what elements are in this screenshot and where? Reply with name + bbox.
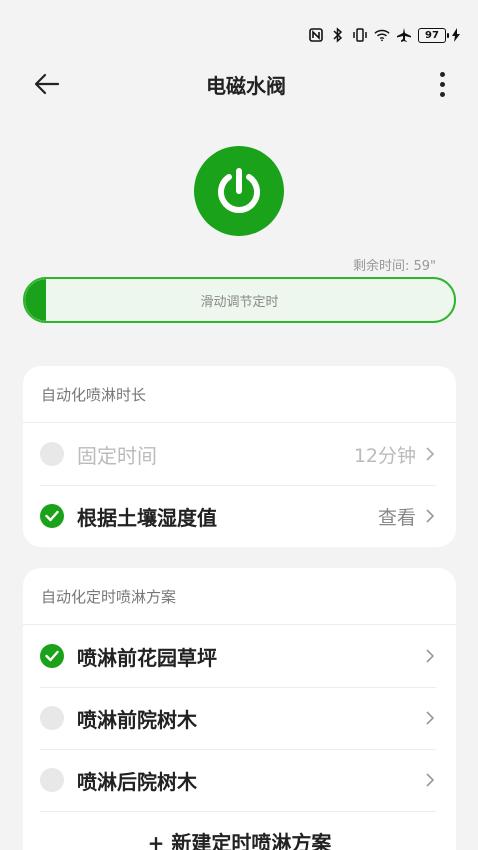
nfc-icon [308,26,324,44]
schedule-item-label: 喷淋前院树木 [77,707,197,732]
app-bar: 电磁水阀 [0,60,478,108]
chevron-right-icon [424,445,436,463]
vibrate-icon [352,26,368,44]
more-dot-icon [439,81,445,87]
duration-card: 自动化喷淋时长 固定时间 12分钟 根据土壤湿度值 查看 [23,366,456,547]
battery-level: 97 [425,29,439,41]
power-toggle-button[interactable] [194,146,284,236]
new-plan-button[interactable]: + 新建定时喷淋方案 [23,811,456,850]
check-circle-icon [40,504,64,528]
schedule-card-header: 自动化定时喷淋方案 [23,568,456,625]
bluetooth-icon [330,26,346,44]
charging-icon [452,26,460,44]
more-menu-button[interactable] [430,69,454,99]
chevron-right-icon [424,647,436,665]
chevron-right-icon [424,507,436,525]
duration-card-header: 自动化喷淋时长 [23,366,456,423]
wifi-icon [374,26,390,44]
more-dot-icon [439,71,445,77]
schedule-item[interactable]: 喷淋后院树木 [23,749,456,811]
schedule-item[interactable]: 喷淋前花园草坪 [23,625,456,687]
schedule-item-label: 喷淋前花园草坪 [77,645,217,670]
status-bar: 97 [0,0,478,60]
page-title: 电磁水阀 [206,73,286,98]
duration-item-value: 12分钟 [353,444,416,467]
airplane-icon [396,26,412,44]
arrow-left-icon [34,73,60,95]
check-circle-icon[interactable] [40,644,64,668]
chevron-right-icon [424,709,436,727]
chevron-right-icon [424,771,436,789]
schedule-card: 自动化定时喷淋方案 喷淋前花园草坪 喷淋前院树木 喷淋后院树木 + 新建定时喷淋… [23,568,456,850]
schedule-item-label: 喷淋后院树木 [77,769,197,794]
duration-item-label: 固定时间 [77,443,157,468]
timer-slider[interactable]: 滑动调节定时 [23,277,456,323]
radio-unchecked-icon [40,442,64,466]
duration-item-soil-moisture[interactable]: 根据土壤湿度值 查看 [23,485,456,547]
battery-indicator: 97 [418,27,449,43]
power-icon [218,168,260,213]
schedule-item[interactable]: 喷淋前院树木 [23,687,456,749]
remaining-time: 剩余时间: 59" [352,259,436,274]
slider-label: 滑动调节定时 [200,294,279,310]
more-dot-icon [439,91,445,97]
duration-item-value: 查看 [377,506,416,529]
duration-item-fixed[interactable]: 固定时间 12分钟 [23,423,456,485]
back-button[interactable] [32,69,62,99]
duration-item-label: 根据土壤湿度值 [77,505,217,530]
radio-unchecked-icon[interactable] [40,706,64,730]
radio-unchecked-icon[interactable] [40,768,64,792]
